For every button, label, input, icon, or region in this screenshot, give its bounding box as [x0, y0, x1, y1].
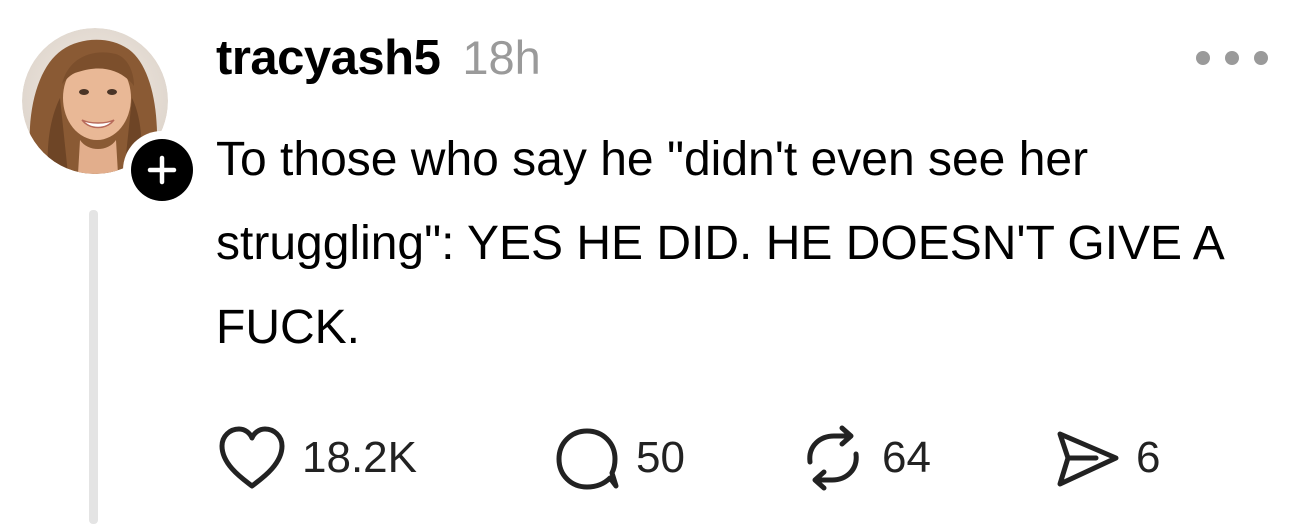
send-icon: [1057, 431, 1119, 487]
comment-bubble-icon: [556, 428, 619, 490]
more-options-button[interactable]: [1196, 44, 1268, 72]
timestamp[interactable]: 18h: [462, 30, 540, 85]
more-horizontal-icon: [1196, 51, 1210, 65]
reply-button[interactable]: 50: [554, 418, 685, 498]
follow-button[interactable]: [123, 131, 201, 209]
post-card: tracyash5 18h To those who say he "didn'…: [0, 0, 1300, 524]
share-count: 6: [1136, 433, 1161, 482]
follow-badge: [131, 139, 193, 201]
more-horizontal-icon: [1254, 51, 1268, 65]
repost-arrows-icon: [807, 425, 859, 491]
post-text: To those who say he "didn't even see her…: [216, 133, 1223, 354]
repost-count: 64: [882, 433, 931, 482]
heart-icon: [219, 426, 285, 489]
action-bar: 18.2K 50 64 6: [216, 418, 1216, 498]
share-button[interactable]: 6: [1052, 418, 1160, 498]
more-horizontal-icon: [1225, 51, 1239, 65]
thread-line: [89, 210, 98, 524]
plus-icon: [147, 155, 177, 185]
like-button[interactable]: 18.2K: [216, 418, 417, 498]
post-header: tracyash5 18h: [216, 30, 541, 90]
username[interactable]: tracyash5: [216, 30, 441, 86]
reply-count: 50: [636, 433, 685, 482]
like-count: 18.2K: [302, 433, 417, 482]
avatar-container: [22, 28, 201, 209]
repost-button[interactable]: 64: [798, 418, 931, 498]
